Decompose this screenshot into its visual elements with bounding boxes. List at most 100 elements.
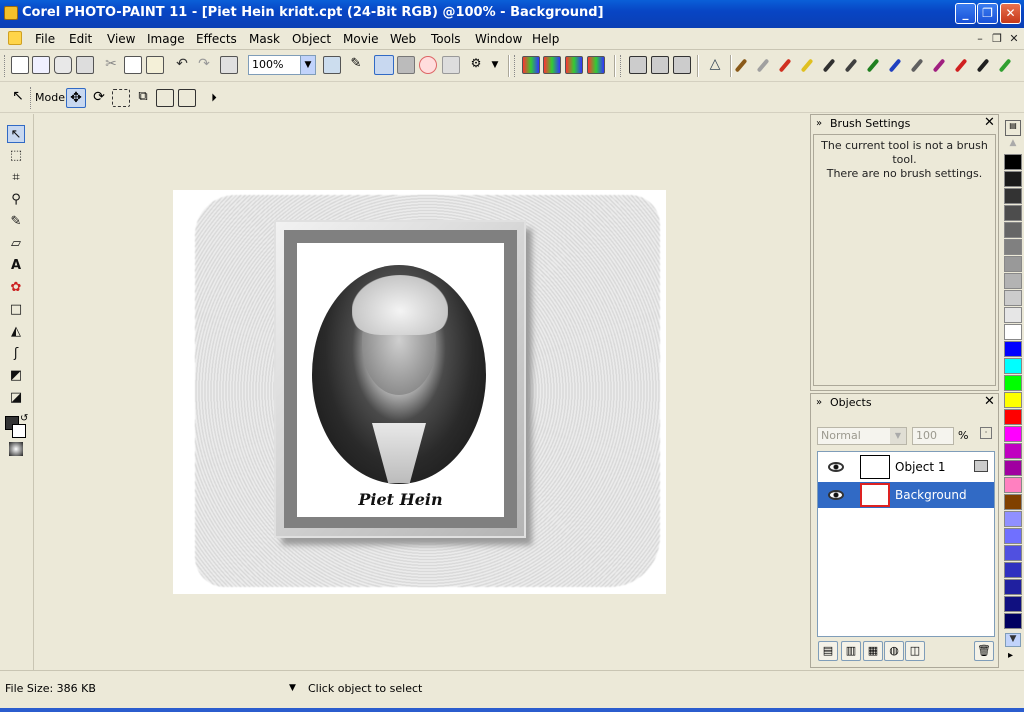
- chevron-down-icon[interactable]: ▼: [300, 56, 315, 74]
- paste-icon[interactable]: [146, 56, 164, 74]
- effect-icon[interactable]: [673, 56, 691, 74]
- document-icon[interactable]: [8, 31, 22, 45]
- menu-object[interactable]: Object: [292, 32, 331, 46]
- color-swatch[interactable]: [1004, 154, 1022, 170]
- save-icon[interactable]: [54, 56, 72, 74]
- distort-icon[interactable]: [156, 89, 174, 107]
- toolbar-grip[interactable]: [30, 87, 33, 109]
- channel-red-icon[interactable]: [543, 56, 561, 74]
- color-swatch[interactable]: [1004, 341, 1022, 357]
- brush-preset-icon[interactable]: [910, 58, 924, 73]
- combine-icon[interactable]: ▦: [863, 641, 883, 661]
- close-icon[interactable]: ✕: [984, 115, 995, 130]
- close-button[interactable]: ✕: [1000, 3, 1021, 24]
- brush-preset-icon[interactable]: [844, 58, 858, 73]
- color-swatch[interactable]: [1004, 307, 1022, 323]
- open-icon[interactable]: [32, 56, 50, 74]
- lock-icon[interactable]: [442, 56, 460, 74]
- color-swatch[interactable]: [1004, 375, 1022, 391]
- chevron-down-icon[interactable]: ▼: [890, 428, 906, 444]
- crop-tool-icon[interactable]: ⌗: [7, 169, 25, 187]
- chevrons-right-icon[interactable]: ⏵: [205, 89, 223, 107]
- new-icon[interactable]: [11, 56, 29, 74]
- paint-tool-icon[interactable]: ✿: [7, 279, 25, 297]
- toolbar-grip[interactable]: [4, 55, 7, 77]
- effect-tool-icon[interactable]: ʃ: [7, 345, 25, 363]
- brush-preset-icon[interactable]: [976, 58, 990, 73]
- brush-preset-icon[interactable]: [866, 58, 880, 73]
- copy-icon[interactable]: [124, 56, 142, 74]
- brush-preset-icon[interactable]: [800, 58, 814, 73]
- text-tool-icon[interactable]: A: [7, 257, 25, 275]
- chevron-down-icon[interactable]: ▼: [289, 683, 296, 693]
- color-swatch[interactable]: [1004, 205, 1022, 221]
- menu-web[interactable]: Web: [390, 32, 416, 46]
- app-icon[interactable]: [4, 6, 18, 20]
- fill-color-swatch[interactable]: [9, 442, 23, 456]
- brush-preset-icon[interactable]: [998, 58, 1012, 73]
- pointer-tool-icon[interactable]: ↖: [7, 125, 25, 143]
- channel-blue-icon[interactable]: [587, 56, 605, 74]
- mask-overlay-icon[interactable]: [397, 56, 415, 74]
- color-swatch[interactable]: [1004, 409, 1022, 425]
- mdi-close-button[interactable]: ✕: [1006, 31, 1022, 46]
- shadow-tool-icon[interactable]: ◩: [7, 367, 25, 385]
- color-swatch[interactable]: [1004, 511, 1022, 527]
- toolbar-grip[interactable]: [514, 55, 517, 77]
- color-swatch[interactable]: [1004, 613, 1022, 629]
- color-swatch[interactable]: [1004, 596, 1022, 612]
- channel-rgb-icon[interactable]: [522, 56, 540, 74]
- brush-preset-icon[interactable]: [932, 58, 946, 73]
- menu-tools[interactable]: Tools: [431, 32, 461, 46]
- opacity-field[interactable]: 100: [912, 427, 954, 445]
- menu-help[interactable]: Help: [532, 32, 559, 46]
- lens-icon[interactable]: ◫: [905, 641, 925, 661]
- brush-preset-icon[interactable]: [822, 58, 836, 73]
- color-swatch[interactable]: [1004, 477, 1022, 493]
- color-swatch[interactable]: [1004, 579, 1022, 595]
- delete-icon[interactable]: 🗑: [974, 641, 994, 661]
- color-swatch[interactable]: [1004, 426, 1022, 442]
- restore-button[interactable]: ❐: [977, 3, 998, 24]
- brush-preset-icon[interactable]: [778, 58, 792, 73]
- perspective-icon[interactable]: [178, 89, 196, 107]
- swap-colors-icon[interactable]: ↺: [20, 413, 28, 424]
- minimize-button[interactable]: _: [955, 3, 976, 24]
- brush-preset-icon[interactable]: [888, 58, 902, 73]
- menu-view[interactable]: View: [107, 32, 135, 46]
- color-swatch[interactable]: [1004, 273, 1022, 289]
- eraser-tool-icon[interactable]: ▱: [7, 235, 25, 253]
- color-swatch[interactable]: [1004, 290, 1022, 306]
- skew-icon[interactable]: ⧉: [134, 89, 152, 107]
- menu-window[interactable]: Window: [475, 32, 522, 46]
- new-layer-icon[interactable]: ▥: [841, 641, 861, 661]
- color-swatch[interactable]: [1004, 443, 1022, 459]
- color-swatch[interactable]: [1004, 324, 1022, 340]
- effect-icon[interactable]: [629, 56, 647, 74]
- color-swatch[interactable]: [1004, 562, 1022, 578]
- mdi-restore-button[interactable]: ❐: [989, 31, 1005, 46]
- color-swatch[interactable]: [1004, 358, 1022, 374]
- channel-green-icon[interactable]: [565, 56, 583, 74]
- color-swatch[interactable]: [1004, 239, 1022, 255]
- clip-mask-icon[interactable]: ◍: [884, 641, 904, 661]
- pen-icon[interactable]: ✎: [347, 56, 365, 74]
- mdi-minimize-button[interactable]: –: [972, 31, 988, 46]
- cut-icon[interactable]: ✂: [102, 56, 120, 74]
- color-swatch[interactable]: [1004, 545, 1022, 561]
- menu-image[interactable]: Image: [147, 32, 185, 46]
- zoom-tool-icon[interactable]: ⚲: [7, 191, 25, 209]
- eye-icon[interactable]: [828, 490, 844, 500]
- print-icon[interactable]: [76, 56, 94, 74]
- panel-collapse-icon[interactable]: »: [816, 118, 822, 129]
- scroll-down-icon[interactable]: ▼: [1005, 633, 1021, 647]
- color-swatch[interactable]: [1004, 188, 1022, 204]
- zoom-level-select[interactable]: 100% ▼: [248, 55, 316, 75]
- new-object-icon[interactable]: ▤: [818, 641, 838, 661]
- clip-icon[interactable]: [419, 56, 437, 74]
- color-swatch[interactable]: [1004, 528, 1022, 544]
- secondary-color-swatch[interactable]: [12, 424, 26, 438]
- panel-collapse-icon[interactable]: »: [816, 397, 822, 408]
- rectangle-tool-icon[interactable]: □: [7, 301, 25, 319]
- eye-icon[interactable]: [828, 462, 844, 472]
